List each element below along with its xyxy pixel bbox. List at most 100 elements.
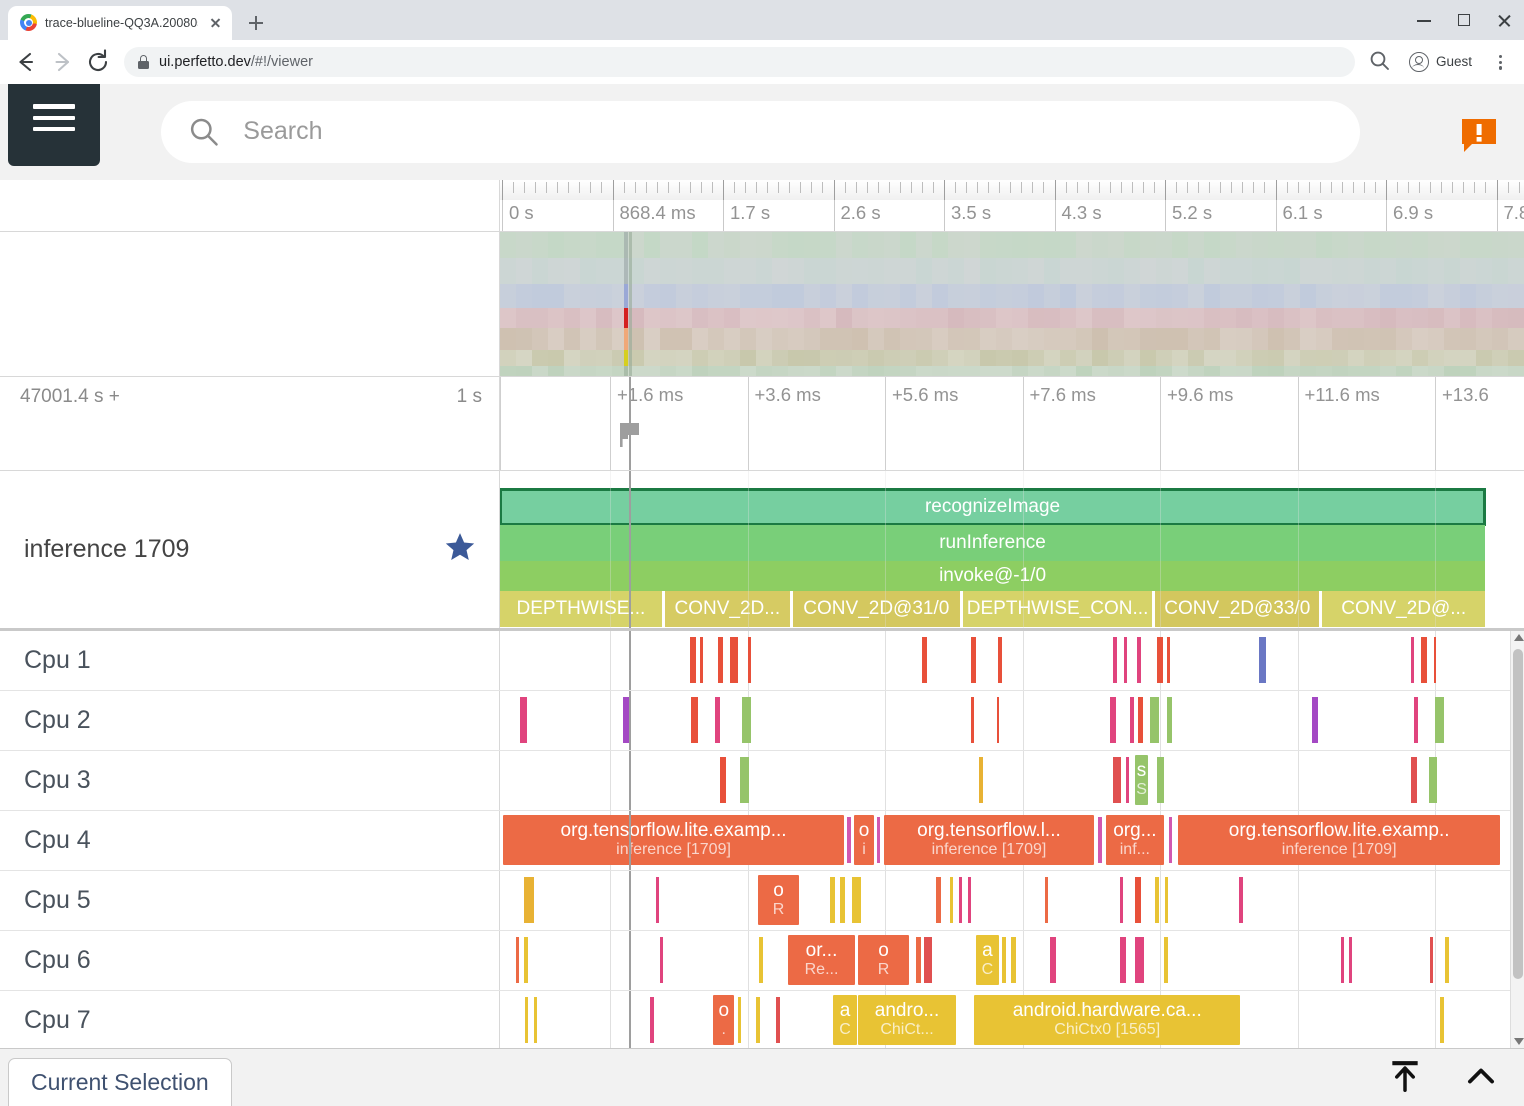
timeline-cursor[interactable] (629, 471, 631, 628)
cpu-slice[interactable] (847, 817, 851, 863)
relative-ticks[interactable]: +1.6 ms+3.6 ms+5.6 ms+7.6 ms+9.6 ms+11.6… (500, 377, 1524, 470)
cpu-track-lane[interactable]: oR (500, 871, 1524, 930)
cpu-slice[interactable]: org.tensorflow.l...inference [1709] (884, 815, 1094, 865)
cpu-slice[interactable] (1411, 637, 1414, 683)
timeline-cursor[interactable] (629, 751, 631, 810)
cpu-slice[interactable] (1110, 697, 1116, 743)
back-icon[interactable] (10, 46, 42, 78)
timeline-cursor[interactable] (629, 931, 631, 990)
cpu-slice[interactable] (1341, 937, 1345, 983)
cpu-slice[interactable] (1126, 757, 1129, 803)
timeline-cursor[interactable] (629, 377, 631, 470)
cpu-slice[interactable] (971, 697, 974, 743)
cpu-slice[interactable] (1445, 937, 1449, 983)
cpu-slice[interactable] (916, 937, 921, 983)
cpu-slice[interactable]: android.hardware.ca...ChiCtx0 [1565] (974, 995, 1240, 1045)
cpu-slice[interactable] (1259, 637, 1266, 683)
cpu-slice[interactable] (1164, 937, 1169, 983)
cpu-slice[interactable]: org.tensorflow.lite.examp...inference [1… (503, 815, 844, 865)
timeline-cursor[interactable] (629, 811, 631, 870)
cpu-slice[interactable] (1430, 937, 1433, 983)
cpu-slice[interactable] (1138, 697, 1143, 743)
cpu-slice[interactable] (922, 637, 927, 683)
cpu-slice[interactable] (1098, 817, 1102, 863)
cpu-slice[interactable] (690, 637, 696, 683)
cpu-track-lane[interactable]: o.aCandro...ChiCt...android.hardware.ca.… (500, 991, 1524, 1048)
scrollbar-thumb[interactable] (1513, 649, 1523, 979)
timeline-slice[interactable]: DEPTHWISE... (500, 591, 662, 627)
cpu-track-row[interactable]: Cpu 3sS (0, 751, 1524, 811)
cpu-track-lane[interactable]: or...Re...oRaC (500, 931, 1524, 990)
timeline-slice[interactable]: CONV_2D@33/0 (1155, 591, 1319, 627)
cpu-slice[interactable] (524, 877, 534, 923)
cpu-slice[interactable] (1421, 637, 1427, 683)
cpu-track-lane[interactable] (500, 631, 1524, 690)
cpu-slice[interactable] (1050, 937, 1056, 983)
minimap-canvas[interactable] (500, 232, 1524, 376)
cpu-slice[interactable] (756, 997, 760, 1043)
cpu-slice[interactable] (1135, 937, 1144, 983)
search-input[interactable] (241, 116, 1334, 147)
scroll-up-icon[interactable] (1514, 634, 1524, 641)
cpu-slice[interactable] (740, 757, 749, 803)
chevron-up-icon[interactable] (1462, 1057, 1500, 1100)
maximize-icon[interactable] (1444, 4, 1484, 36)
timeline-cursor[interactable] (629, 631, 631, 690)
cpu-track-gutter[interactable]: Cpu 2 (0, 691, 500, 750)
zoom-indicator-icon[interactable] (1365, 46, 1397, 78)
cpu-slice[interactable] (998, 637, 1002, 683)
cpu-slice[interactable] (852, 877, 861, 923)
cpu-slice[interactable] (971, 637, 976, 683)
forward-icon[interactable] (46, 46, 78, 78)
cpu-slice[interactable] (738, 997, 741, 1043)
cpu-slice[interactable] (1239, 877, 1243, 923)
pinned-track-slices[interactable]: recognizeImagerunInferenceinvoke@-1/0DEP… (500, 471, 1524, 628)
scroll-down-icon[interactable] (1514, 1038, 1524, 1045)
timeline-slice[interactable]: invoke@-1/0 (500, 561, 1485, 591)
cpu-slice[interactable] (924, 937, 932, 983)
cpu-slice[interactable] (1349, 937, 1353, 983)
cpu-slice[interactable] (520, 697, 526, 743)
timeline-slice[interactable]: recognizeImage (500, 489, 1485, 525)
reload-icon[interactable] (82, 46, 114, 78)
cpu-slice[interactable]: aC (833, 995, 858, 1045)
cpu-slice[interactable] (1167, 637, 1170, 683)
timeline-cursor[interactable] (629, 991, 631, 1048)
cpu-slice[interactable] (950, 877, 953, 923)
cpu-slice[interactable] (534, 997, 538, 1043)
cpu-slice[interactable] (1435, 697, 1444, 743)
window-close-icon[interactable] (1484, 4, 1524, 36)
timeline-slice[interactable]: runInference (500, 525, 1485, 561)
cpu-slice[interactable] (700, 637, 703, 683)
cpu-slice[interactable]: sS (1135, 755, 1148, 805)
cpu-track-row[interactable]: Cpu 1 (0, 631, 1524, 691)
cpu-track-lane[interactable] (500, 691, 1524, 750)
minimize-icon[interactable] (1404, 4, 1444, 36)
cpu-slice[interactable] (1002, 937, 1007, 983)
vertical-align-top-icon[interactable] (1386, 1057, 1424, 1100)
timeline-cursor[interactable] (629, 871, 631, 930)
cpu-slice[interactable]: aC (976, 935, 999, 985)
cpu-slice[interactable]: org...inf... (1106, 815, 1163, 865)
timeline-slice[interactable]: CONV_2D@31/0 (793, 591, 960, 627)
cpu-slice[interactable] (776, 997, 780, 1043)
cpu-slice[interactable] (1135, 877, 1141, 923)
cpu-slice[interactable] (1167, 697, 1172, 743)
cpu-slice[interactable]: o. (713, 995, 735, 1045)
cpu-slice[interactable] (936, 877, 941, 923)
cpu-slice[interactable]: oi (854, 815, 873, 865)
cpu-track-row[interactable]: Cpu 6or...Re...oRaC (0, 931, 1524, 991)
timeline-slice[interactable]: CONV_2D... (665, 591, 790, 627)
overview-minimap[interactable] (500, 232, 1524, 376)
sidebar-toggle-button[interactable] (8, 84, 100, 166)
search-box[interactable] (161, 101, 1360, 163)
cpu-slice[interactable] (650, 997, 654, 1043)
cpu-slice[interactable] (1312, 697, 1318, 743)
cpu-slice[interactable] (1165, 877, 1169, 923)
cpu-slice[interactable] (748, 637, 751, 683)
cpu-slice[interactable] (759, 937, 763, 983)
cpu-slice[interactable] (1169, 817, 1173, 863)
cpu-track-row[interactable]: Cpu 2 (0, 691, 1524, 751)
cpu-slice[interactable] (720, 757, 726, 803)
cpu-slice[interactable] (979, 757, 983, 803)
